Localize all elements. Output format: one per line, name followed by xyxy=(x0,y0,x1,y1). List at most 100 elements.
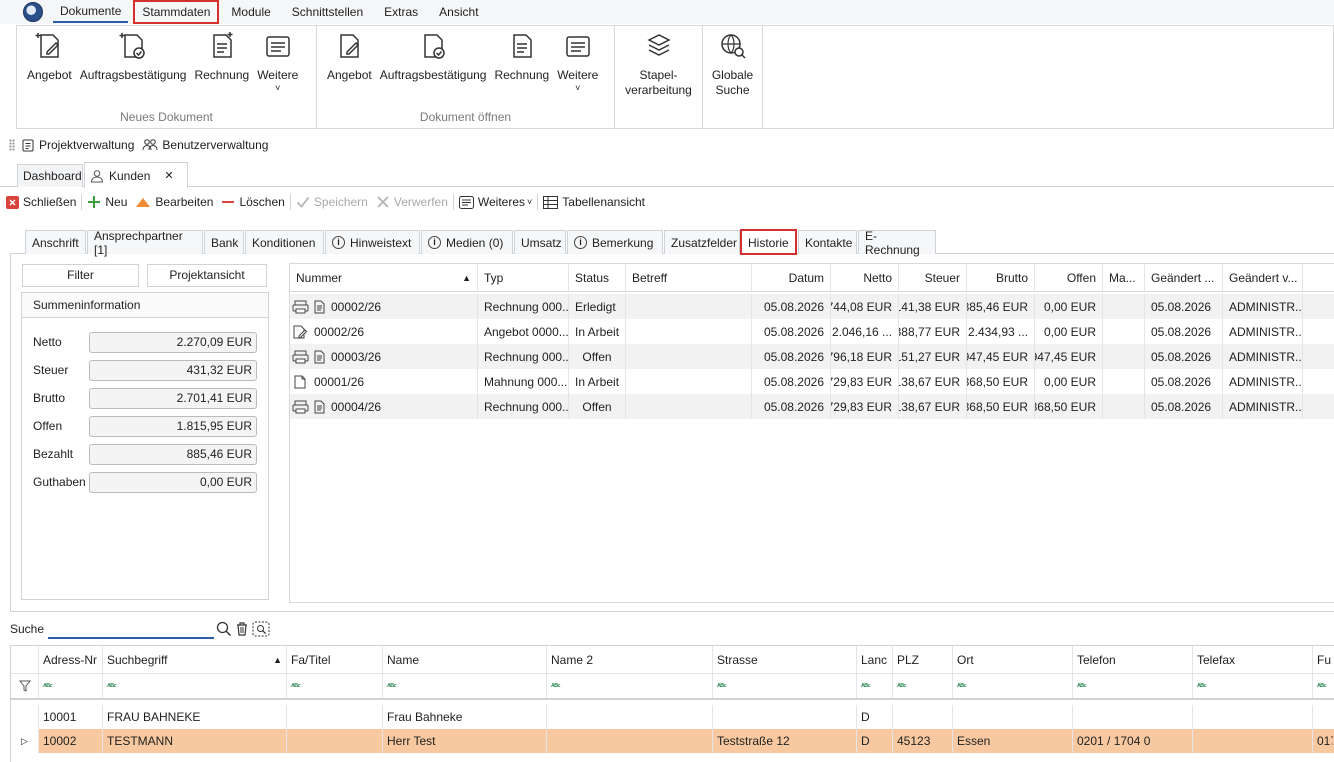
filter-cell[interactable]: ᴬᴮᶜ xyxy=(1313,674,1333,698)
tab-bank[interactable]: Bank xyxy=(204,230,244,254)
col-name[interactable]: Name xyxy=(383,646,547,673)
sort-asc-icon: ▲ xyxy=(273,654,282,665)
col-fa-titel[interactable]: Fa/Titel xyxy=(287,646,383,673)
tab-bemerkung[interactable]: i Bemerkung xyxy=(567,230,663,254)
search-input[interactable] xyxy=(48,619,215,639)
more-actions-button[interactable]: Weiteres ˅ xyxy=(455,195,536,209)
open-offer-button[interactable]: Angebot xyxy=(323,30,376,92)
col-betreff[interactable]: Betreff xyxy=(626,264,752,291)
filter-button[interactable]: Filter xyxy=(22,264,139,287)
table-view-button[interactable]: Tabellenansicht xyxy=(539,195,649,209)
history-row[interactable]: 00003/26 Rechnung 000... Offen 05.08.202… xyxy=(290,344,1334,369)
history-row[interactable]: 00002/26 Rechnung 000... Erledigt 05.08.… xyxy=(290,294,1334,319)
tab-umsatz[interactable]: Umsatz xyxy=(514,230,566,254)
filter-cell[interactable]: ᴬᴮᶜ xyxy=(857,674,893,698)
tab-zusatzfelder[interactable]: Zusatzfelder xyxy=(664,230,740,254)
col-nummer[interactable]: Nummer ▲ xyxy=(290,264,478,291)
global-search-button[interactable]: Globale Suche xyxy=(708,30,757,98)
history-row[interactable]: 00004/26 Rechnung 000... Offen 05.08.202… xyxy=(290,394,1334,419)
ribbon-group-new-document: Angebot Auftragsbestätigung Rechnung Wei… xyxy=(17,26,317,128)
menu-dokumente[interactable]: Dokumente xyxy=(53,1,129,23)
project-management-link[interactable]: Projektverwaltung xyxy=(21,138,134,152)
filter-cell[interactable]: ᴬᴮᶜ xyxy=(547,674,713,698)
more-open-documents-button[interactable]: Weitere ˅ xyxy=(553,30,602,93)
more-new-documents-button[interactable]: Weitere ˅ xyxy=(253,30,302,93)
col-plz[interactable]: PLZ xyxy=(893,646,953,673)
trash-icon[interactable] xyxy=(234,621,250,637)
history-row[interactable]: 00002/26 Angebot 0000... In Arbeit 05.08… xyxy=(290,319,1334,344)
batch-processing-button[interactable]: Stapel- verarbeitung xyxy=(621,30,696,98)
new-offer-button[interactable]: Angebot xyxy=(23,30,76,92)
user-management-link[interactable]: Benutzerverwaltung xyxy=(142,138,268,152)
close-tab-icon[interactable]: ✕ xyxy=(164,169,173,182)
filter-cell[interactable]: ᴬᴮᶜ xyxy=(953,674,1073,698)
app-logo-icon[interactable] xyxy=(23,2,43,22)
col-geaendert-von[interactable]: Geändert v... xyxy=(1223,264,1303,291)
col-datum[interactable]: Datum xyxy=(752,264,831,291)
tab-dashboard[interactable]: Dashboard xyxy=(17,164,83,187)
search-label: Suche xyxy=(10,622,45,636)
printer-icon xyxy=(292,400,309,413)
col-typ[interactable]: Typ xyxy=(478,264,569,291)
filter-cell[interactable]: ᴬᴮᶜ xyxy=(39,674,103,698)
col-mahnung[interactable]: Ma... xyxy=(1103,264,1145,291)
tab-medien[interactable]: i Medien (0) xyxy=(421,230,513,254)
filter-cell[interactable]: ᴬᴮᶜ xyxy=(287,674,383,698)
col-steuer[interactable]: Steuer xyxy=(899,264,967,291)
col-ort[interactable]: Ort xyxy=(953,646,1073,673)
customer-search: Suche xyxy=(10,618,270,640)
filter-cell[interactable]: ᴬᴮᶜ xyxy=(103,674,287,698)
filter-cell[interactable]: ᴬᴮᶜ xyxy=(893,674,953,698)
col-telefax[interactable]: Telefax xyxy=(1193,646,1313,673)
search-options-icon[interactable] xyxy=(252,621,270,637)
history-row[interactable]: 00001/26 Mahnung 000... In Arbeit 05.08.… xyxy=(290,369,1334,394)
menu-schnittstellen[interactable]: Schnittstellen xyxy=(285,2,370,22)
col-telefon[interactable]: Telefon xyxy=(1073,646,1193,673)
new-confirmation-button[interactable]: Auftragsbestätigung xyxy=(76,30,191,92)
col-geaendert-am[interactable]: Geändert ... xyxy=(1145,264,1223,291)
group-title-open-document: Dokument öffnen xyxy=(419,110,512,124)
col-adress-nr[interactable]: Adress-Nr xyxy=(39,646,103,673)
col-offen[interactable]: Offen xyxy=(1035,264,1103,291)
tab-hinweistext[interactable]: i Hinweistext xyxy=(325,230,420,254)
col-status[interactable]: Status xyxy=(569,264,626,291)
delete-button[interactable]: Löschen xyxy=(217,195,288,209)
menu-module[interactable]: Module xyxy=(224,2,277,22)
tab-konditionen[interactable]: Konditionen xyxy=(245,230,324,254)
close-button[interactable]: Schließen xyxy=(0,195,80,209)
tab-e-rechnung[interactable]: E-Rechnung xyxy=(858,229,936,257)
open-invoice-button[interactable]: Rechnung xyxy=(490,30,553,92)
customer-row-selected[interactable]: ▷ 10002 TESTMANN Herr Test Teststraße 12… xyxy=(11,729,1334,753)
menu-stammdaten[interactable]: Stammdaten xyxy=(133,0,220,24)
col-brutto[interactable]: Brutto xyxy=(967,264,1035,291)
menu-extras[interactable]: Extras xyxy=(377,2,425,22)
filter-cell[interactable]: ᴬᴮᶜ xyxy=(713,674,857,698)
filter-icon[interactable] xyxy=(11,674,39,698)
drag-handle-icon[interactable] xyxy=(9,139,15,151)
col-netto[interactable]: Netto xyxy=(831,264,899,291)
col-name-2[interactable]: Name 2 xyxy=(547,646,713,673)
filter-cell[interactable]: ᴬᴮᶜ xyxy=(383,674,547,698)
discard-button[interactable]: Verwerfen xyxy=(372,195,452,209)
edit-button[interactable]: Bearbeiten xyxy=(131,195,217,209)
ribbon-group-search: Globale Suche xyxy=(703,26,763,128)
search-icon[interactable] xyxy=(216,621,232,637)
open-confirmation-button[interactable]: Auftragsbestätigung xyxy=(376,30,491,92)
tab-kunden[interactable]: Kunden ✕ xyxy=(84,162,188,188)
new-invoice-button[interactable]: Rechnung xyxy=(190,30,253,92)
tab-anschrift[interactable]: Anschrift xyxy=(25,230,86,254)
tab-historie[interactable]: Historie xyxy=(740,229,797,255)
filter-cell[interactable]: ᴬᴮᶜ xyxy=(1073,674,1193,698)
col-land[interactable]: Lanc xyxy=(857,646,893,673)
col-funk[interactable]: Fu xyxy=(1313,646,1333,673)
menu-ansicht[interactable]: Ansicht xyxy=(432,2,485,22)
col-suchbegriff[interactable]: Suchbegriff ▲ xyxy=(103,646,287,673)
project-view-button[interactable]: Projektansicht xyxy=(147,264,267,287)
customer-row[interactable]: 10001 FRAU BAHNEKE Frau Bahneke D xyxy=(11,705,1334,729)
col-strasse[interactable]: Strasse xyxy=(713,646,857,673)
filter-cell[interactable]: ᴬᴮᶜ xyxy=(1193,674,1313,698)
tab-ansprechpartner[interactable]: Ansprechpartner [1] xyxy=(87,229,203,257)
save-button[interactable]: Speichern xyxy=(292,195,372,209)
new-button[interactable]: Neu xyxy=(83,195,131,209)
tab-kontakte[interactable]: Kontakte xyxy=(798,230,857,254)
